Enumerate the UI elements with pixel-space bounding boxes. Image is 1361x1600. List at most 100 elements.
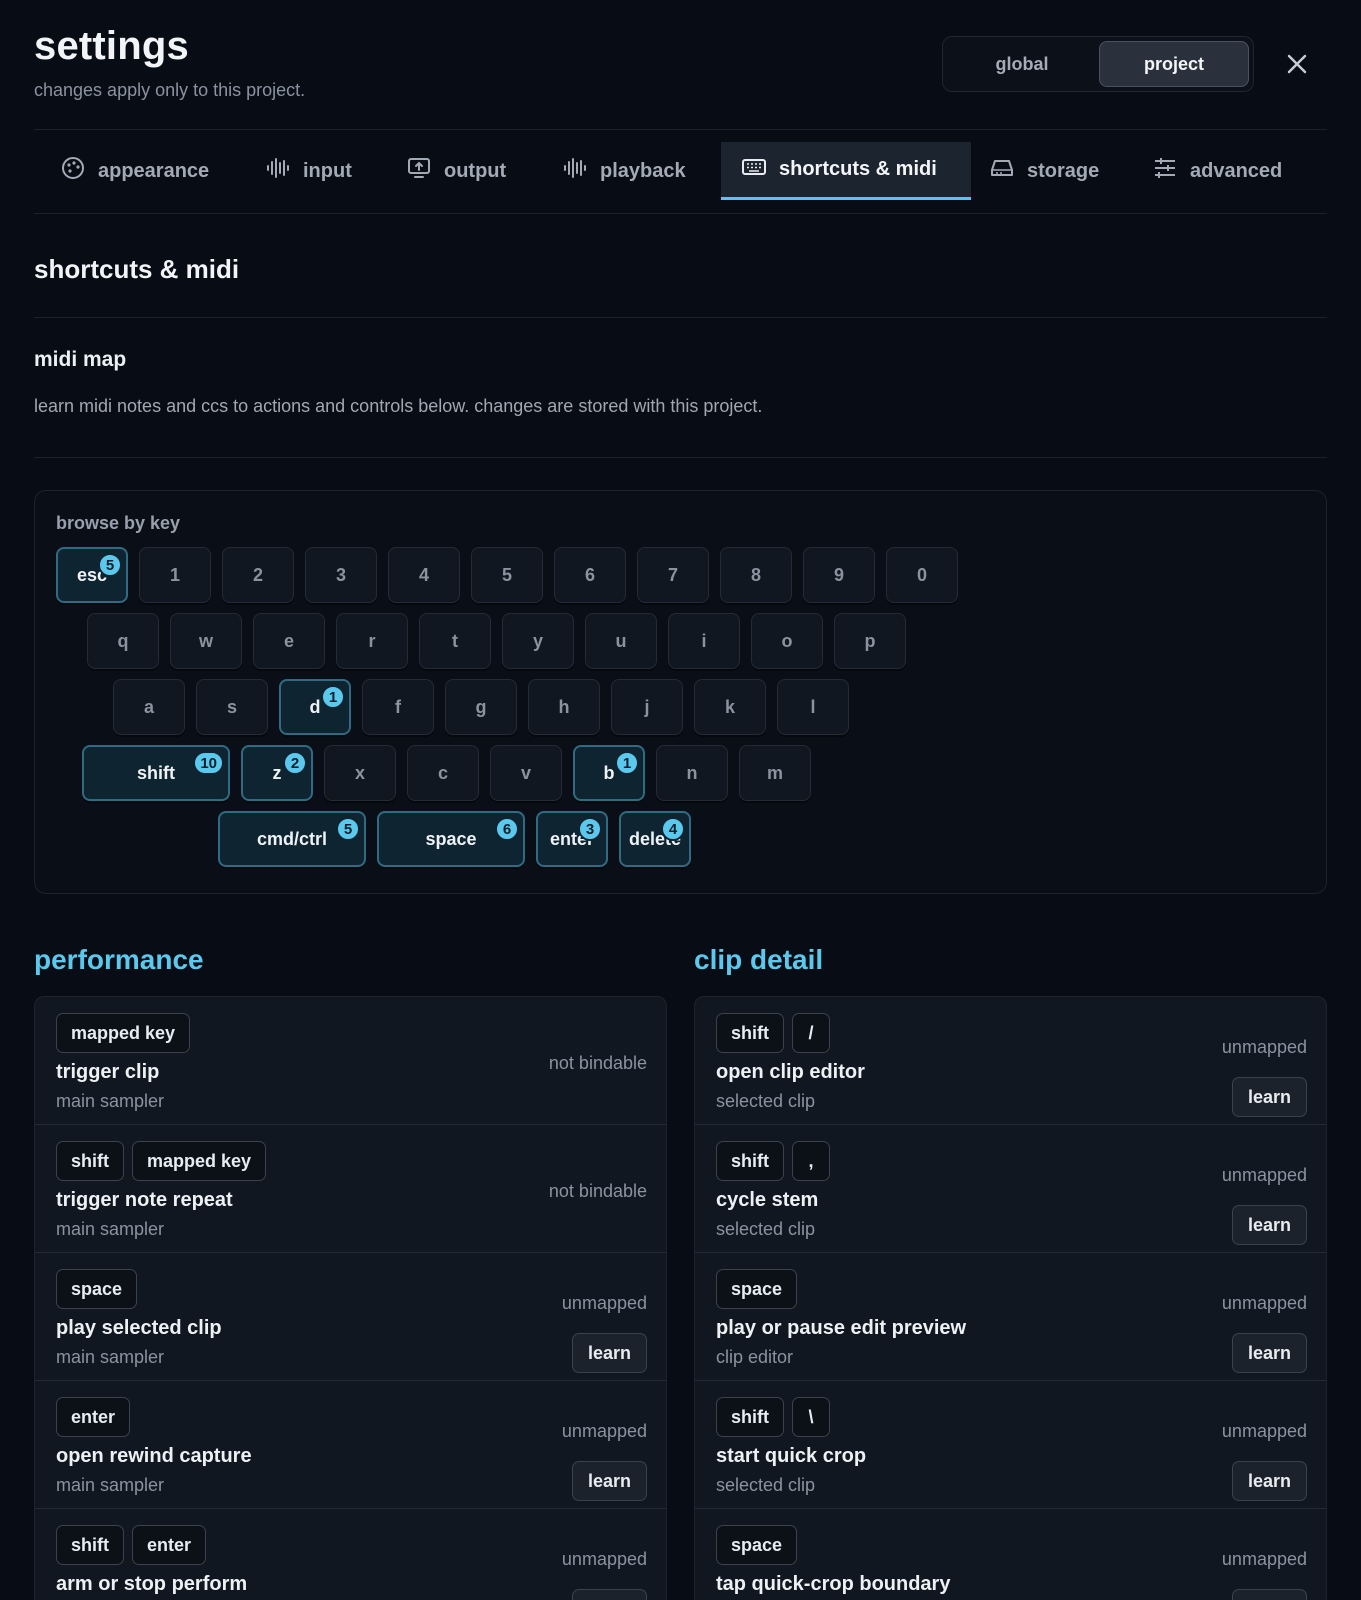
- key-k[interactable]: k: [694, 679, 766, 735]
- action-context: selected clip: [716, 1091, 816, 1111]
- tab-input[interactable]: input: [245, 142, 372, 200]
- key-chip: space: [716, 1525, 798, 1565]
- key-chip: shift: [716, 1397, 784, 1437]
- key-p[interactable]: p: [834, 613, 906, 669]
- key-chip: space: [56, 1269, 138, 1309]
- key-label: shift: [137, 762, 175, 783]
- key-chip: mapped key: [56, 1013, 191, 1053]
- learn-button[interactable]: learn: [572, 1461, 647, 1501]
- key-label: 0: [916, 564, 927, 585]
- mapping-status: unmapped: [1221, 1037, 1307, 1057]
- scope-project-button[interactable]: project: [1099, 41, 1249, 87]
- key-delete[interactable]: delete 4: [619, 811, 691, 867]
- key-r[interactable]: r: [336, 613, 408, 669]
- performance-list: mapped key trigger clip main sampler not bi…: [34, 996, 667, 1600]
- key-enter[interactable]: enter 3: [536, 811, 608, 867]
- key-v[interactable]: v: [490, 745, 562, 801]
- key-esc[interactable]: esc 5: [56, 547, 128, 603]
- key-j[interactable]: j: [611, 679, 683, 735]
- key-label: r: [368, 630, 376, 651]
- key-m[interactable]: m: [739, 745, 811, 801]
- key-7[interactable]: 7: [637, 547, 709, 603]
- key-space[interactable]: space 6: [377, 811, 525, 867]
- scope-global-button[interactable]: global: [947, 41, 1097, 87]
- key-chip: shift: [56, 1525, 124, 1565]
- key-y[interactable]: y: [502, 613, 574, 669]
- keyboard-panel: browse by key esc 5 1 2 3 4 5 6 7 8 9 0 q w e r t y u i o p a s…: [34, 490, 1327, 894]
- key-x[interactable]: x: [324, 745, 396, 801]
- midi-map-title: midi map: [34, 348, 127, 371]
- key-g[interactable]: g: [445, 679, 517, 735]
- tab-appearance[interactable]: appearance: [40, 142, 229, 200]
- key-b[interactable]: b1: [573, 745, 645, 801]
- tab-label: shortcuts & midi: [779, 158, 937, 180]
- key-label: o: [781, 630, 793, 651]
- key-label: g: [475, 696, 487, 717]
- divider: [34, 457, 1327, 458]
- key-8[interactable]: 8: [720, 547, 792, 603]
- key-5[interactable]: 5: [471, 547, 543, 603]
- key-q[interactable]: q: [87, 613, 159, 669]
- key-9[interactable]: 9: [803, 547, 875, 603]
- key-w[interactable]: w: [170, 613, 242, 669]
- key-2[interactable]: 2: [222, 547, 294, 603]
- drive-icon: [989, 155, 1015, 187]
- action-name: start quick crop: [716, 1445, 867, 1467]
- key-label: w: [198, 630, 213, 651]
- learn-button[interactable]: learn: [1232, 1077, 1307, 1117]
- close-icon[interactable]: [1282, 49, 1312, 79]
- learn-button[interactable]: learn: [1232, 1461, 1307, 1501]
- key-e[interactable]: e: [253, 613, 325, 669]
- learn-button[interactable]: learn: [572, 1333, 647, 1373]
- key-t[interactable]: t: [419, 613, 491, 669]
- learn-button[interactable]: learn: [1232, 1333, 1307, 1373]
- learn-button[interactable]: learn: [572, 1589, 647, 1600]
- tab-storage[interactable]: storage: [969, 142, 1119, 200]
- key-combo: shift mapped key: [56, 1141, 267, 1181]
- mapping-count-badge: 3: [578, 817, 602, 841]
- key-shift[interactable]: shift 10: [82, 745, 230, 801]
- key-s[interactable]: s: [196, 679, 268, 735]
- tab-label: appearance: [98, 159, 210, 182]
- key-u[interactable]: u: [585, 613, 657, 669]
- key-h[interactable]: h: [528, 679, 600, 735]
- key-4[interactable]: 4: [388, 547, 460, 603]
- mapping-count-badge: 1: [321, 685, 345, 709]
- key-3[interactable]: 3: [305, 547, 377, 603]
- key-label: q: [117, 630, 129, 651]
- key-n[interactable]: n: [656, 745, 728, 801]
- key-o[interactable]: o: [751, 613, 823, 669]
- action-name: play or pause edit preview: [716, 1317, 967, 1339]
- midi-map-description: learn midi notes and ccs to actions and …: [34, 396, 763, 416]
- learn-button[interactable]: learn: [1232, 1589, 1307, 1600]
- shortcut-row: mapped key trigger clip main sampler not bi…: [35, 997, 666, 1125]
- tab-shortcuts-midi[interactable]: shortcuts & midi: [721, 142, 971, 200]
- settings-tabs: appearance input output playback shortcu…: [34, 142, 1327, 200]
- key-z[interactable]: z2: [241, 745, 313, 801]
- key-c[interactable]: c: [407, 745, 479, 801]
- key-label: x: [354, 762, 365, 783]
- tab-playback[interactable]: playback: [542, 142, 706, 200]
- key-i[interactable]: i: [668, 613, 740, 669]
- mapping-count-badge: 10: [193, 751, 224, 775]
- key-0[interactable]: 0: [886, 547, 958, 603]
- key-6[interactable]: 6: [554, 547, 626, 603]
- key-f[interactable]: f: [362, 679, 434, 735]
- key-1[interactable]: 1: [139, 547, 211, 603]
- mapping-status: unmapped: [1221, 1421, 1307, 1441]
- section-title: shortcuts & midi: [34, 254, 240, 284]
- shortcut-row: enter open rewind capture main sampler unma…: [35, 1381, 666, 1509]
- key-cmdctrl[interactable]: cmd/ctrl 5: [218, 811, 366, 867]
- performance-title: performance: [34, 944, 204, 975]
- key-label: p: [864, 630, 876, 651]
- tab-advanced[interactable]: advanced: [1132, 142, 1302, 200]
- shortcut-row: space tap quick-crop boundary unmapped lear…: [695, 1509, 1326, 1600]
- tab-output[interactable]: output: [386, 142, 526, 200]
- key-l[interactable]: l: [777, 679, 849, 735]
- learn-button[interactable]: learn: [1232, 1205, 1307, 1245]
- key-label: a: [143, 696, 154, 717]
- key-chip: shift: [56, 1141, 124, 1181]
- key-combo: space: [56, 1269, 138, 1309]
- key-a[interactable]: a: [113, 679, 185, 735]
- key-d[interactable]: d1: [279, 679, 351, 735]
